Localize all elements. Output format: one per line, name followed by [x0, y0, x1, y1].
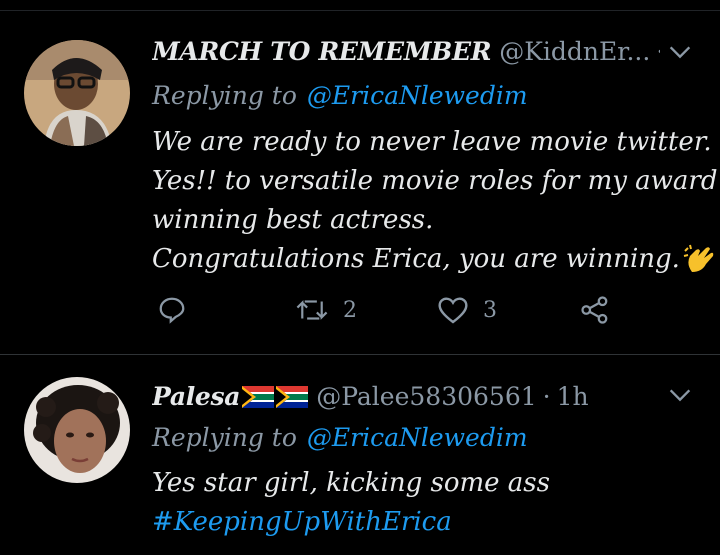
replying-to: Replying to @EricaNlewedim [152, 78, 528, 114]
user-handle[interactable]: @KiddnEr... [499, 32, 650, 72]
replying-to: Replying to @EricaNlewedim [152, 420, 528, 456]
display-name[interactable]: Palesa [152, 377, 241, 417]
tweet-header: MARCH TO REMEMBER @KiddnEr... · 45m [152, 32, 660, 72]
reply-icon [159, 297, 185, 324]
display-name[interactable]: MARCH TO REMEMBER [152, 32, 492, 72]
like-button[interactable]: 3 [437, 295, 497, 325]
tweet-text-line: Yes!! to versatile movie roles for my aw… [152, 166, 718, 196]
retweet-button[interactable]: 2 [295, 295, 357, 325]
replying-to-label: Replying to [152, 423, 297, 452]
share-icon [581, 296, 608, 324]
tweet-text: Congratulations Erica, you are winning. [152, 244, 680, 274]
share-button[interactable] [580, 295, 610, 325]
retweet-count: 2 [343, 297, 357, 323]
separator-dot: · [656, 32, 660, 72]
tweet-text-line: winning best actress. [152, 205, 434, 235]
tweet-text-line: We are ready to never leave movie twitte… [152, 127, 712, 157]
chevron-down-icon[interactable] [666, 38, 694, 66]
avatar[interactable] [24, 377, 130, 483]
avatar[interactable] [24, 40, 130, 146]
tweet-text-line-with-emoji: Congratulations Erica, you are winning. [152, 239, 720, 279]
south-africa-flag-icon [276, 386, 309, 408]
timestamp[interactable]: 1h [557, 377, 589, 417]
replying-to-label: Replying to [152, 81, 297, 110]
mention-link[interactable]: @EricaNlewedim [307, 423, 528, 452]
clapping-hands-icon [683, 244, 714, 272]
tweet-text-line: Yes star girl, kicking some ass [152, 468, 550, 498]
tweet[interactable]: MARCH TO REMEMBER @KiddnEr... · 45m Repl… [0, 10, 720, 355]
south-africa-flag-icon [242, 386, 275, 408]
hashtag-link[interactable]: #KeepingUpWithErica [152, 502, 452, 542]
separator-dot: · [542, 382, 551, 411]
reply-button[interactable] [157, 295, 187, 325]
user-handle[interactable]: @Palee58306561 [316, 377, 536, 417]
retweet-icon [296, 300, 328, 320]
heart-icon [438, 297, 468, 324]
tweet-header: Palesa @Palee58306561 · 1h [152, 377, 660, 417]
mention-link[interactable]: @EricaNlewedim [307, 81, 528, 110]
chevron-down-icon[interactable] [666, 381, 694, 409]
like-count: 3 [483, 297, 497, 323]
tweet[interactable]: Palesa @Palee58306561 · 1h Replying to @E… [0, 355, 720, 555]
